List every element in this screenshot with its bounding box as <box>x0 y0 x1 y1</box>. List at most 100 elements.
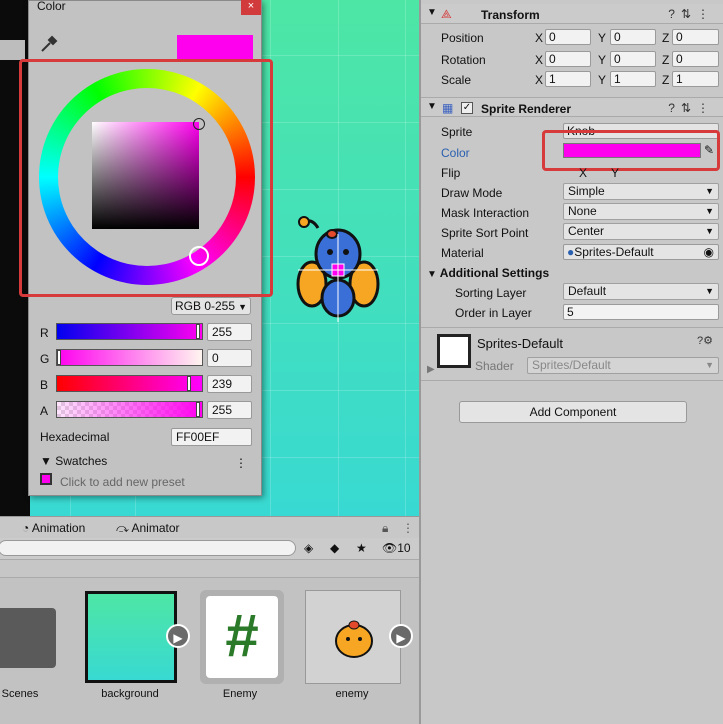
position-x-field[interactable]: 0 <box>545 29 591 45</box>
component-title: Sprite Renderer <box>481 102 572 116</box>
axis-z-label: Z <box>662 73 670 87</box>
component-header-icons[interactable]: ?⇅⋮ <box>668 7 715 21</box>
hidden-count[interactable]: 👁︎10 <box>382 541 411 555</box>
color-preview-swatch <box>177 35 253 59</box>
axis-y-label: Y <box>598 31 607 45</box>
expand-arrow-icon[interactable]: ▶ <box>389 624 413 648</box>
draw-mode-dropdown[interactable]: Simple <box>563 183 719 200</box>
material-title: Sprites-Default <box>477 336 563 351</box>
transform-header[interactable]: ▼ ⟁ Transform ?⇅⋮ <box>421 4 723 24</box>
order-in-layer-field[interactable]: 5 <box>563 304 719 320</box>
channel-b-knob[interactable] <box>187 376 192 391</box>
sprite-renderer-icon: ▦ <box>442 101 454 115</box>
shader-dropdown[interactable]: Sprites/Default <box>527 357 719 374</box>
position-z-field[interactable]: 0 <box>672 29 719 45</box>
search-input[interactable] <box>0 540 296 556</box>
channel-b-slider[interactable] <box>56 375 203 392</box>
transform-icon: ⟁ <box>441 7 452 21</box>
eye-icon: 👁︎ <box>382 541 398 555</box>
position-y-field[interactable]: 0 <box>610 29 656 45</box>
swatch-preset[interactable] <box>40 473 52 485</box>
rotation-x-field[interactable]: 0 <box>545 51 591 67</box>
additional-settings-foldout[interactable]: ▼ Additional Settings <box>427 266 549 280</box>
sprite-renderer-header[interactable]: ▼ ▦ ✓ Sprite Renderer ?⇅⋮ <box>421 97 723 117</box>
assets-breadcrumb <box>0 560 419 578</box>
channel-r-field[interactable]: 255 <box>207 323 252 341</box>
expand-arrow-icon[interactable]: ▶ <box>166 624 190 648</box>
favorite-icon[interactable]: ★ <box>356 541 367 555</box>
grid-line <box>405 0 406 516</box>
sprite-sort-point-dropdown[interactable]: Center <box>563 223 719 240</box>
channel-a-knob[interactable] <box>196 402 200 417</box>
color-picker-window[interactable]: Color × RGB 0-255 ▼ R 255 G 0 B 239 A 255… <box>19 0 273 496</box>
sprite-icon[interactable] <box>305 590 401 684</box>
highlight-box <box>19 59 273 297</box>
add-component-button[interactable]: Add Component <box>459 401 687 423</box>
channel-a-label: A <box>40 404 49 418</box>
rotation-z-field[interactable]: 0 <box>672 51 719 67</box>
triangle-down-icon: ▼ <box>427 7 437 18</box>
order-in-layer-label: Order in Layer <box>455 306 532 320</box>
asset-grid[interactable]: Scenes ▶ background # Enemy ▶ enemy <box>0 578 419 724</box>
axis-y-label: Y <box>598 53 607 67</box>
swatch-hint: Click to add new preset <box>60 475 185 489</box>
mask-interaction-dropdown[interactable]: None <box>563 203 719 220</box>
color-mode-dropdown[interactable]: RGB 0-255 ▼ <box>171 297 251 315</box>
lock-icon[interactable]: 🔒︎ <box>382 521 388 536</box>
axis-z-label: Z <box>662 53 670 67</box>
channel-r-slider[interactable] <box>56 323 203 340</box>
folder-icon[interactable] <box>0 608 56 668</box>
axis-z-label: Z <box>662 31 670 45</box>
close-button[interactable]: × <box>241 0 261 15</box>
material-header-icons[interactable]: ?⚙ <box>697 334 713 347</box>
channel-g-slider[interactable] <box>56 349 203 366</box>
material-preview <box>437 334 471 368</box>
axis-x-label: X <box>535 53 544 67</box>
image-icon[interactable] <box>85 591 177 683</box>
triangle-right-icon[interactable]: ▶ <box>427 364 435 375</box>
component-title: Transform <box>481 8 540 22</box>
channel-g-knob[interactable] <box>57 350 61 365</box>
robot-sprite[interactable] <box>296 214 380 324</box>
asset-label: Scenes <box>1 688 39 700</box>
hex-field[interactable]: FF00EF <box>171 428 252 446</box>
bottom-tab-bar: ◔ Animation ⤼ Animator 🔒︎ ⋮ <box>0 516 419 538</box>
scale-label: Scale <box>441 73 472 87</box>
channel-a-slider[interactable] <box>56 401 203 418</box>
swatches-foldout[interactable]: ▼ Swatches <box>40 454 107 468</box>
panel-menu-icon[interactable]: ⋮ <box>402 521 414 535</box>
component-header-icons[interactable]: ?⇅⋮ <box>668 101 715 115</box>
eyedropper-icon[interactable] <box>39 34 59 54</box>
enabled-checkbox[interactable]: ✓ <box>461 102 473 114</box>
material-field[interactable]: ●Sprites-Default ◉ <box>563 244 719 260</box>
swatches-menu-icon[interactable]: ⋮ <box>235 456 247 470</box>
animator-icon: ⤼ <box>116 521 129 535</box>
create-icon[interactable]: ◈ <box>304 541 313 555</box>
tab-animation[interactable]: ◔ Animation <box>22 521 85 535</box>
picker-titlebar[interactable]: Color <box>29 0 261 15</box>
scale-y-field[interactable]: 1 <box>610 71 656 87</box>
flip-label: Flip <box>441 166 461 180</box>
material-section: Sprites-Default ?⚙ ▶ Shader Sprites/Defa… <box>421 327 723 381</box>
scale-z-field[interactable]: 1 <box>672 71 719 87</box>
scale-x-field[interactable]: 1 <box>545 71 591 87</box>
channel-b-label: B <box>40 378 49 392</box>
channel-a-field[interactable]: 255 <box>207 401 252 419</box>
object-picker-icon[interactable]: ◉ <box>704 245 714 259</box>
channel-r-knob[interactable] <box>196 324 200 339</box>
tab-animator[interactable]: ⤼ Animator <box>116 521 180 536</box>
rotation-y-field[interactable]: 0 <box>610 51 656 67</box>
animation-icon: ◔ <box>22 521 30 535</box>
label-icon[interactable]: ◆ <box>330 541 339 555</box>
sorting-layer-dropdown[interactable]: Default <box>563 283 719 300</box>
draw-mode-label: Draw Mode <box>441 186 503 200</box>
script-icon[interactable]: # <box>200 590 284 684</box>
triangle-down-icon: ▼ <box>40 454 52 468</box>
picker-title: Color <box>37 0 66 13</box>
shader-label: Shader <box>475 359 514 373</box>
asset-label: Enemy <box>222 688 258 700</box>
sorting-layer-label: Sorting Layer <box>455 286 527 300</box>
channel-g-field[interactable]: 0 <box>207 349 252 367</box>
channel-b-field[interactable]: 239 <box>207 375 252 393</box>
project-toolbar: ◈ ◆ ★ 👁︎10 <box>0 538 419 560</box>
